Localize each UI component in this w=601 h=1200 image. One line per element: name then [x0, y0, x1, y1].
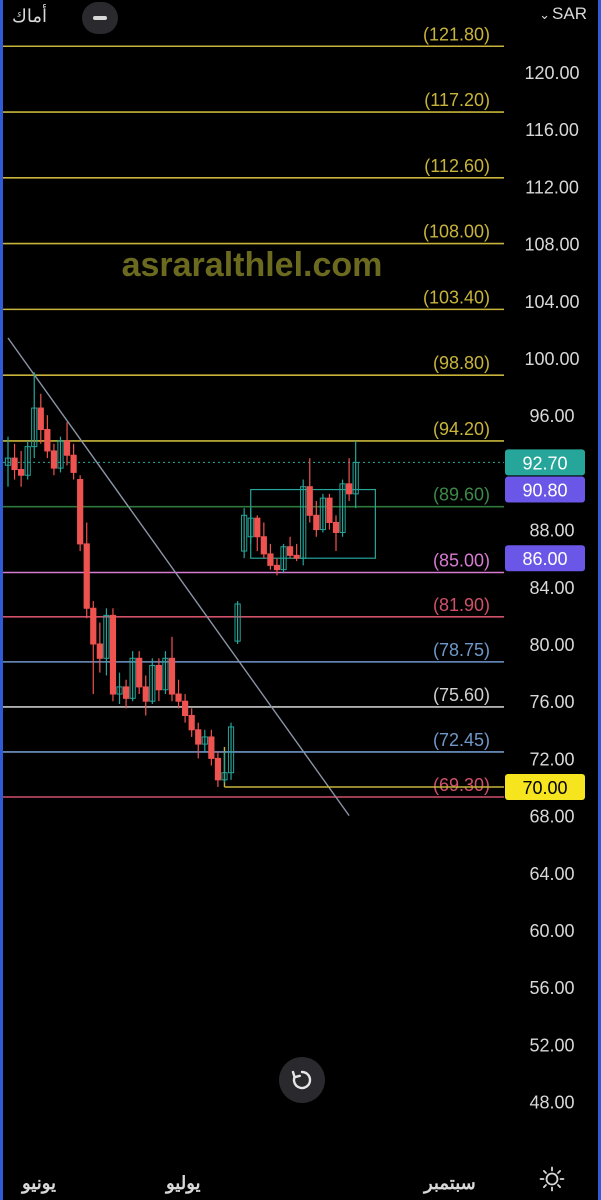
level-label: (94.20)	[433, 419, 490, 439]
candle-body	[96, 643, 103, 659]
level-label: (81.90)	[433, 595, 490, 615]
y-tick-label: 104.00	[524, 292, 579, 312]
level-label: (98.80)	[433, 353, 490, 373]
level-label: (117.20)	[424, 90, 490, 110]
y-tick-label: 120.00	[524, 63, 579, 83]
candle-body	[195, 729, 202, 745]
level-label: (112.60)	[424, 156, 490, 176]
zone-rectangle	[250, 488, 376, 559]
watermark: asraralthlel.com	[122, 246, 383, 284]
y-tick-label: 48.00	[529, 1093, 574, 1113]
y-tick-label: 112.00	[525, 177, 579, 197]
reset-chart-button[interactable]	[279, 1057, 325, 1103]
price-badges: 92.70 90.80 86.00 70.00	[505, 449, 585, 800]
level-label: (121.80)	[423, 24, 490, 44]
level-label: (108.00)	[423, 222, 490, 242]
candle-body	[332, 521, 340, 533]
x-label-september: سبتمبر	[424, 1173, 476, 1193]
sun-settings-icon[interactable]	[539, 1166, 565, 1192]
symbol-name[interactable]: أماك	[12, 6, 47, 27]
candle-body	[37, 407, 44, 430]
y-tick-label: 60.00	[529, 921, 574, 941]
candle-body	[175, 693, 182, 702]
y-tick-label: 108.00	[524, 235, 579, 255]
currency-selector[interactable]: ⌄ SAR	[539, 4, 587, 24]
level-label: (89.60)	[433, 485, 490, 505]
candle-body	[83, 543, 90, 609]
candle-body	[306, 486, 313, 516]
price-badge-label: 92.70	[522, 453, 567, 473]
reset-icon	[291, 1070, 312, 1090]
y-tick-label: 72.00	[529, 749, 574, 769]
price-chart[interactable]: (121.80) (117.20) (112.60) (108.00) (103.40)…	[0, 0, 601, 1200]
price-badge-label: 90.80	[522, 481, 567, 501]
candle-body	[155, 664, 162, 691]
y-tick-label: 84.00	[529, 578, 574, 598]
collapse-button[interactable]	[82, 2, 118, 34]
x-label-july: يوليو	[166, 1173, 201, 1193]
y-tick-label: 68.00	[529, 807, 574, 827]
candle-body	[109, 614, 117, 695]
price-badge-label: 86.00	[522, 549, 567, 569]
candle-body	[70, 454, 77, 473]
candles	[4, 372, 359, 787]
chevron-down-icon: ⌄	[539, 7, 551, 22]
level-label: (85.00)	[433, 551, 490, 571]
candle-body	[90, 607, 97, 645]
price-badge-label: 70.00	[522, 778, 567, 798]
candle-body	[326, 497, 333, 523]
candle-body	[293, 554, 300, 559]
x-label-june: يونيو	[22, 1173, 57, 1193]
level-label: (75.60)	[433, 685, 490, 705]
candle-body	[44, 429, 51, 452]
y-tick-label: 116.00	[525, 120, 579, 140]
candle-body	[267, 553, 274, 566]
y-tick-label: 100.00	[524, 349, 579, 369]
candle-body	[254, 517, 261, 538]
candle-body	[208, 736, 215, 759]
trendline-segment	[7, 337, 350, 817]
level-label: (103.40)	[423, 287, 490, 307]
currency-label: SAR	[552, 4, 587, 23]
y-tick-label: 52.00	[529, 1035, 574, 1055]
candle-body	[18, 469, 25, 476]
candle-body	[136, 657, 143, 688]
candle-body	[168, 657, 176, 695]
level-label: (69.30)	[433, 775, 490, 795]
candle-body	[188, 715, 195, 731]
candle-body	[273, 564, 281, 571]
candle-body	[11, 457, 18, 471]
candle-body	[77, 479, 84, 545]
level-label: (72.45)	[433, 730, 490, 750]
candle-body	[286, 546, 294, 556]
y-tick-label: 64.00	[529, 864, 574, 884]
y-axis: 120.00 116.00 112.00 108.00 104.00 100.00 96.0…	[524, 63, 579, 1113]
candle-body	[346, 483, 353, 495]
y-tick-label: 88.00	[529, 521, 574, 541]
candle-body	[214, 757, 222, 781]
level-label: (78.75)	[433, 640, 490, 660]
y-tick-label: 56.00	[529, 978, 574, 998]
y-tick-label: 80.00	[529, 635, 574, 655]
candle-body	[50, 450, 58, 469]
candle-body	[142, 686, 149, 702]
candle-body	[313, 514, 320, 531]
trendline	[7, 337, 350, 817]
minus-icon	[93, 16, 107, 20]
candle-body	[260, 536, 267, 555]
y-tick-label: 96.00	[529, 406, 574, 426]
candle-body	[182, 700, 189, 717]
candle-body	[122, 686, 130, 699]
y-tick-label: 76.00	[529, 692, 574, 712]
candle-body	[63, 440, 71, 456]
